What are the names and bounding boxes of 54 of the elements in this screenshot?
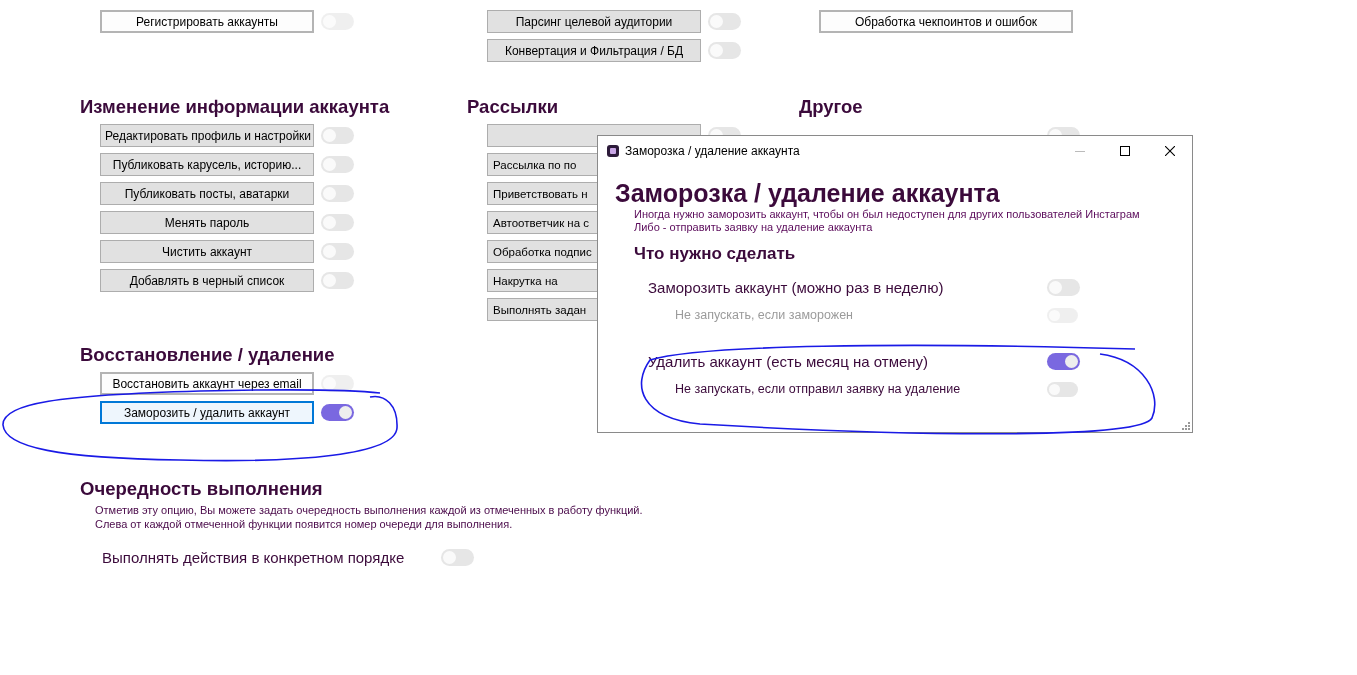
toggle-switch[interactable] [708, 42, 741, 59]
action-button[interactable]: Рассылка по по [487, 153, 597, 176]
action-button[interactable]: Восстановить аккаунт через email [100, 372, 314, 395]
toggle-switch[interactable] [1047, 381, 1078, 397]
action-button[interactable]: Автоответчик на с [487, 211, 597, 234]
toggle-switch[interactable] [321, 272, 354, 289]
section-heading: Очередность выполнения [80, 478, 324, 500]
action-button[interactable]: Приветствовать н [487, 182, 597, 205]
app-icon [607, 145, 619, 157]
action-button[interactable]: Менять пароль [100, 211, 314, 234]
action-button[interactable]: Публиковать посты, аватарки [100, 182, 314, 205]
section-heading: Рассылки [467, 96, 560, 118]
maximize-icon[interactable] [1119, 146, 1130, 156]
resize-grip-icon[interactable] [1182, 422, 1190, 430]
toggle-switch[interactable] [321, 214, 354, 231]
close-icon[interactable] [1164, 146, 1175, 156]
toggle-switch[interactable] [1047, 352, 1080, 370]
action-button[interactable]: Добавлять в черный список [100, 269, 314, 292]
option-label: Удалить аккаунт (есть месяц на отмену) [648, 352, 930, 370]
action-button[interactable]: Конвертация и Фильтрация / БД [487, 39, 701, 62]
description-text: Иногда нужно заморозить аккаунт, чтобы он был недоступен для других пользователей Инстаграм [634, 208, 1141, 221]
toggle-switch[interactable] [708, 13, 741, 30]
description-text: Либо - отправить заявку на удаление аккаунта [634, 221, 874, 234]
section-heading: Другое [799, 96, 864, 118]
action-button[interactable]: Редактировать профиль и настройки [100, 124, 314, 147]
section-heading: Изменение информации аккаунта [80, 96, 391, 118]
option-label: Не запускать, если заморожен [675, 308, 855, 322]
description-text: Отметив эту опцию, Вы можете задать очередность выполнения каждой из отмеченных в работу функций. [94, 503, 644, 517]
toggle-switch[interactable] [321, 375, 354, 392]
action-button[interactable]: Обработка чекпоинтов и ошибок [819, 10, 1073, 33]
toggle-switch[interactable] [321, 156, 354, 173]
dialog-heading: Заморозка / удаление аккаунта [615, 178, 1001, 208]
toggle-switch[interactable] [321, 404, 354, 421]
toggle-switch[interactable] [1047, 278, 1080, 296]
section-heading: Восстановление / удаление [80, 344, 336, 366]
action-button[interactable]: Регистрировать аккаунты [100, 10, 314, 33]
toggle-switch[interactable] [321, 127, 354, 144]
action-button[interactable]: Накрутка на [487, 269, 597, 292]
action-button[interactable]: Выполнять задан [487, 298, 597, 321]
section-heading: Что нужно сделать [634, 243, 797, 265]
action-button[interactable]: Чистить аккаунт [100, 240, 314, 263]
option-label: Заморозить аккаунт (можно раз в неделю) [648, 278, 945, 296]
option-label: Не запускать, если отправил заявку на удаление [675, 382, 962, 396]
action-button[interactable]: Заморозить / удалить аккаунт [100, 401, 314, 424]
action-button[interactable]: Публиковать карусель, историю... [100, 153, 314, 176]
action-button[interactable]: Обработка подпис [487, 240, 597, 263]
toggle-switch[interactable] [321, 185, 354, 202]
window-title: Заморозка / удаление аккаунта [625, 144, 801, 158]
option-label: Выполнять действия в конкретном порядке [102, 549, 406, 566]
action-button[interactable]: Парсинг целевой аудитории [487, 10, 701, 33]
toggle-switch[interactable] [321, 243, 354, 260]
description-text: Слева от каждой отмеченной функции появится номер очереди для выполнения. [94, 517, 514, 531]
minimize-icon[interactable] [1074, 150, 1085, 152]
toggle-switch[interactable] [441, 549, 474, 566]
